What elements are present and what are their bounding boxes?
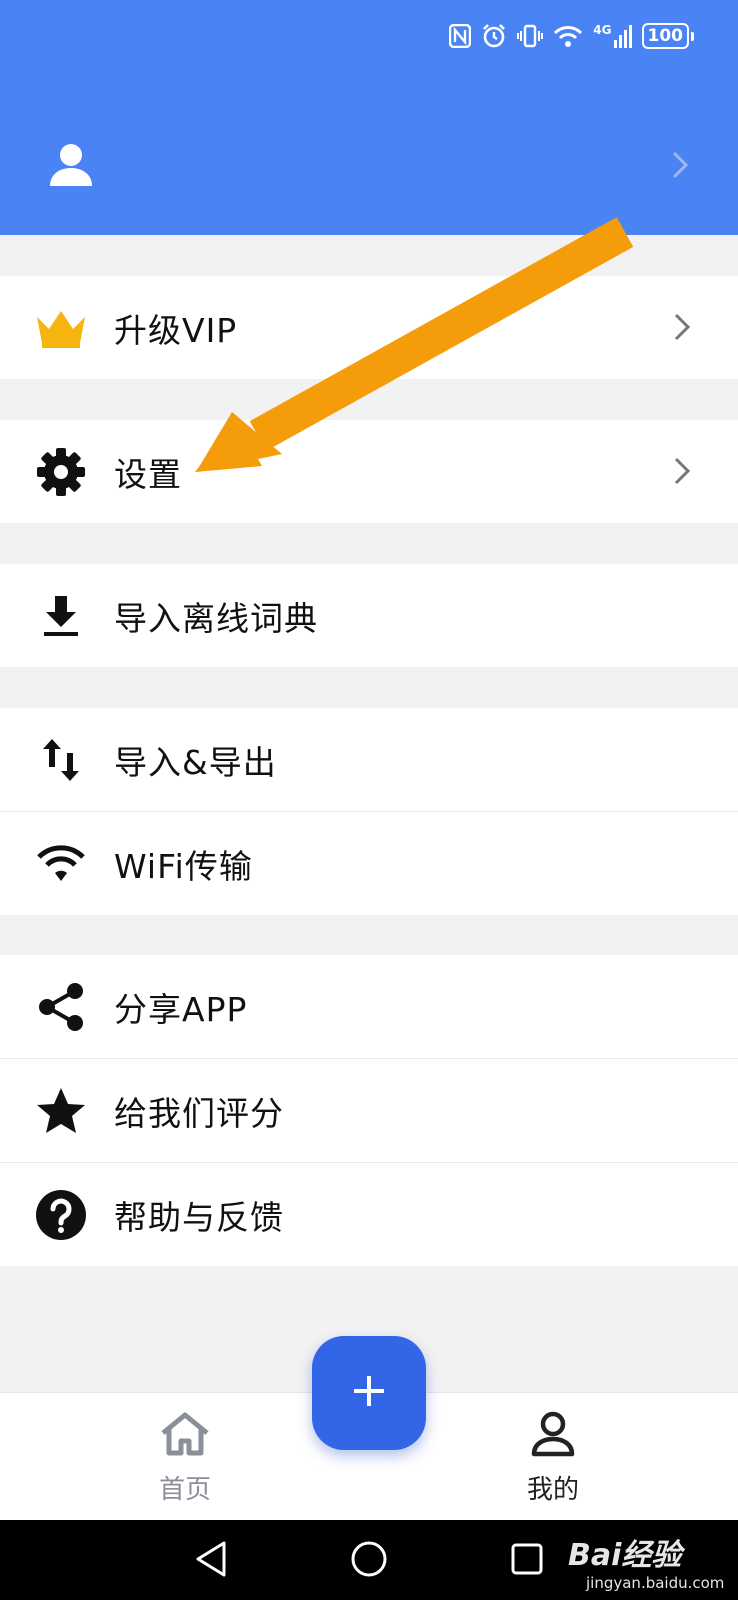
back-icon[interactable] [194, 1540, 228, 1582]
menu-item-help[interactable]: 帮助与反馈 [0, 1162, 738, 1266]
menu-item-settings[interactable]: 设置 [0, 420, 738, 523]
swap-vertical-icon [35, 734, 87, 786]
menu-item-label: 分享APP [114, 989, 248, 1029]
wifi-icon [35, 838, 87, 890]
chevron-right-icon [672, 312, 692, 346]
status-bar: 4G 100 [449, 20, 694, 52]
tab-mine[interactable]: 我的 [493, 1411, 613, 1506]
transfer-group: 导入&导出 WiFi传输 [0, 708, 738, 915]
tab-label: 首页 [158, 1475, 211, 1505]
alarm-icon [481, 23, 507, 49]
menu-item-vip[interactable]: 升级VIP [0, 276, 738, 379]
watermark: Bai经验 jingyan.baidu.com [568, 1522, 724, 1596]
watermark-logo: Bai经验 [568, 1538, 682, 1573]
person-icon [493, 1411, 613, 1461]
user-icon [48, 142, 94, 192]
menu-item-label: 设置 [114, 454, 182, 494]
crown-icon [35, 302, 87, 354]
tab-home[interactable]: 首页 [125, 1411, 245, 1506]
watermark-url: jingyan.baidu.com [586, 1574, 725, 1592]
menu-item-label: 给我们评分 [114, 1093, 284, 1133]
chevron-right-icon [672, 456, 692, 490]
menu-item-label: 帮助与反馈 [114, 1197, 284, 1237]
signal-4g-icon: 4G [593, 24, 632, 48]
profile-row[interactable] [0, 130, 738, 200]
nfc-icon [449, 24, 472, 48]
gear-icon [35, 446, 87, 498]
menu-item-label: 导入&导出 [114, 742, 277, 782]
home-icon [125, 1411, 245, 1461]
battery-icon: 100 [641, 23, 694, 49]
menu-item-label: 升级VIP [114, 310, 238, 350]
menu-item-wifi-transfer[interactable]: WiFi传输 [0, 811, 738, 915]
download-icon [35, 590, 87, 642]
menu-item-import-dict[interactable]: 导入离线词典 [0, 564, 738, 667]
add-button[interactable] [312, 1336, 426, 1450]
vip-group: 升级VIP [0, 276, 738, 379]
menu-item-import-export[interactable]: 导入&导出 [0, 708, 738, 811]
help-icon [35, 1189, 87, 1241]
import-dict-group: 导入离线词典 [0, 564, 738, 667]
menu-item-label: 导入离线词典 [114, 598, 318, 638]
tab-label: 我的 [526, 1475, 579, 1505]
menu-item-rate[interactable]: 给我们评分 [0, 1058, 738, 1162]
home-circle-icon[interactable] [350, 1540, 388, 1582]
menu-item-share[interactable]: 分享APP [0, 955, 738, 1058]
recents-icon[interactable] [510, 1540, 544, 1582]
settings-group: 设置 [0, 420, 738, 523]
header: 4G 100 [0, 0, 738, 235]
chevron-right-icon [670, 150, 690, 184]
share-icon [35, 981, 87, 1033]
plus-icon [352, 1374, 386, 1412]
star-icon [35, 1085, 87, 1137]
support-group: 分享APP 给我们评分 帮助与反馈 [0, 955, 738, 1266]
vibrate-icon [517, 23, 544, 49]
menu-item-label: WiFi传输 [114, 846, 253, 886]
wifi-icon [553, 24, 583, 48]
